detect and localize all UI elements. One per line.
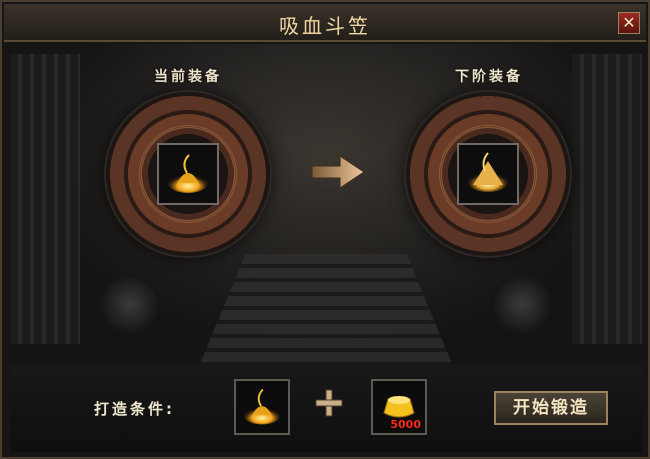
- left-dragon-statue: [100, 274, 160, 334]
- current-equipment-label: 当前装备: [154, 69, 222, 85]
- golden-hat-icon: [168, 154, 208, 193]
- forge-scene-background: 当前装备 下阶装备: [10, 44, 642, 364]
- current-equipment-slot[interactable]: [157, 143, 219, 205]
- right-dragon-statue: [492, 274, 552, 334]
- next-equipment-label: 下阶装备: [455, 69, 523, 85]
- title-bar: 吸血斗笠 ✕: [4, 4, 646, 42]
- golden-hat-icon: [243, 388, 281, 425]
- next-equipment-ring: [406, 92, 570, 256]
- right-arrow-icon: [311, 155, 365, 189]
- window-title: 吸血斗笠: [279, 14, 371, 38]
- golden-hat-upgraded-icon: [468, 152, 508, 192]
- right-pillar: [572, 54, 642, 344]
- crafting-condition-label: 打造条件:: [94, 400, 175, 418]
- next-equipment-slot[interactable]: [457, 143, 519, 205]
- close-icon: ✕: [622, 13, 636, 32]
- close-button[interactable]: ✕: [618, 12, 640, 34]
- start-forging-button[interactable]: 开始锻造: [494, 391, 608, 425]
- gold-count: 5000: [390, 418, 421, 431]
- stairs-decoration: [200, 254, 452, 364]
- current-equipment-ring: [106, 92, 270, 256]
- crafting-panel: 打造条件: 5000 开始锻造: [10, 364, 642, 452]
- material-slot-equipment[interactable]: [234, 379, 290, 435]
- plus-icon: [315, 389, 343, 417]
- forge-window: 吸血斗笠 ✕ 当前装备 下阶装备 打造条件: 5000 开始锻造: [0, 0, 650, 459]
- material-slot-gold[interactable]: 5000: [371, 379, 427, 435]
- left-pillar: [10, 54, 80, 344]
